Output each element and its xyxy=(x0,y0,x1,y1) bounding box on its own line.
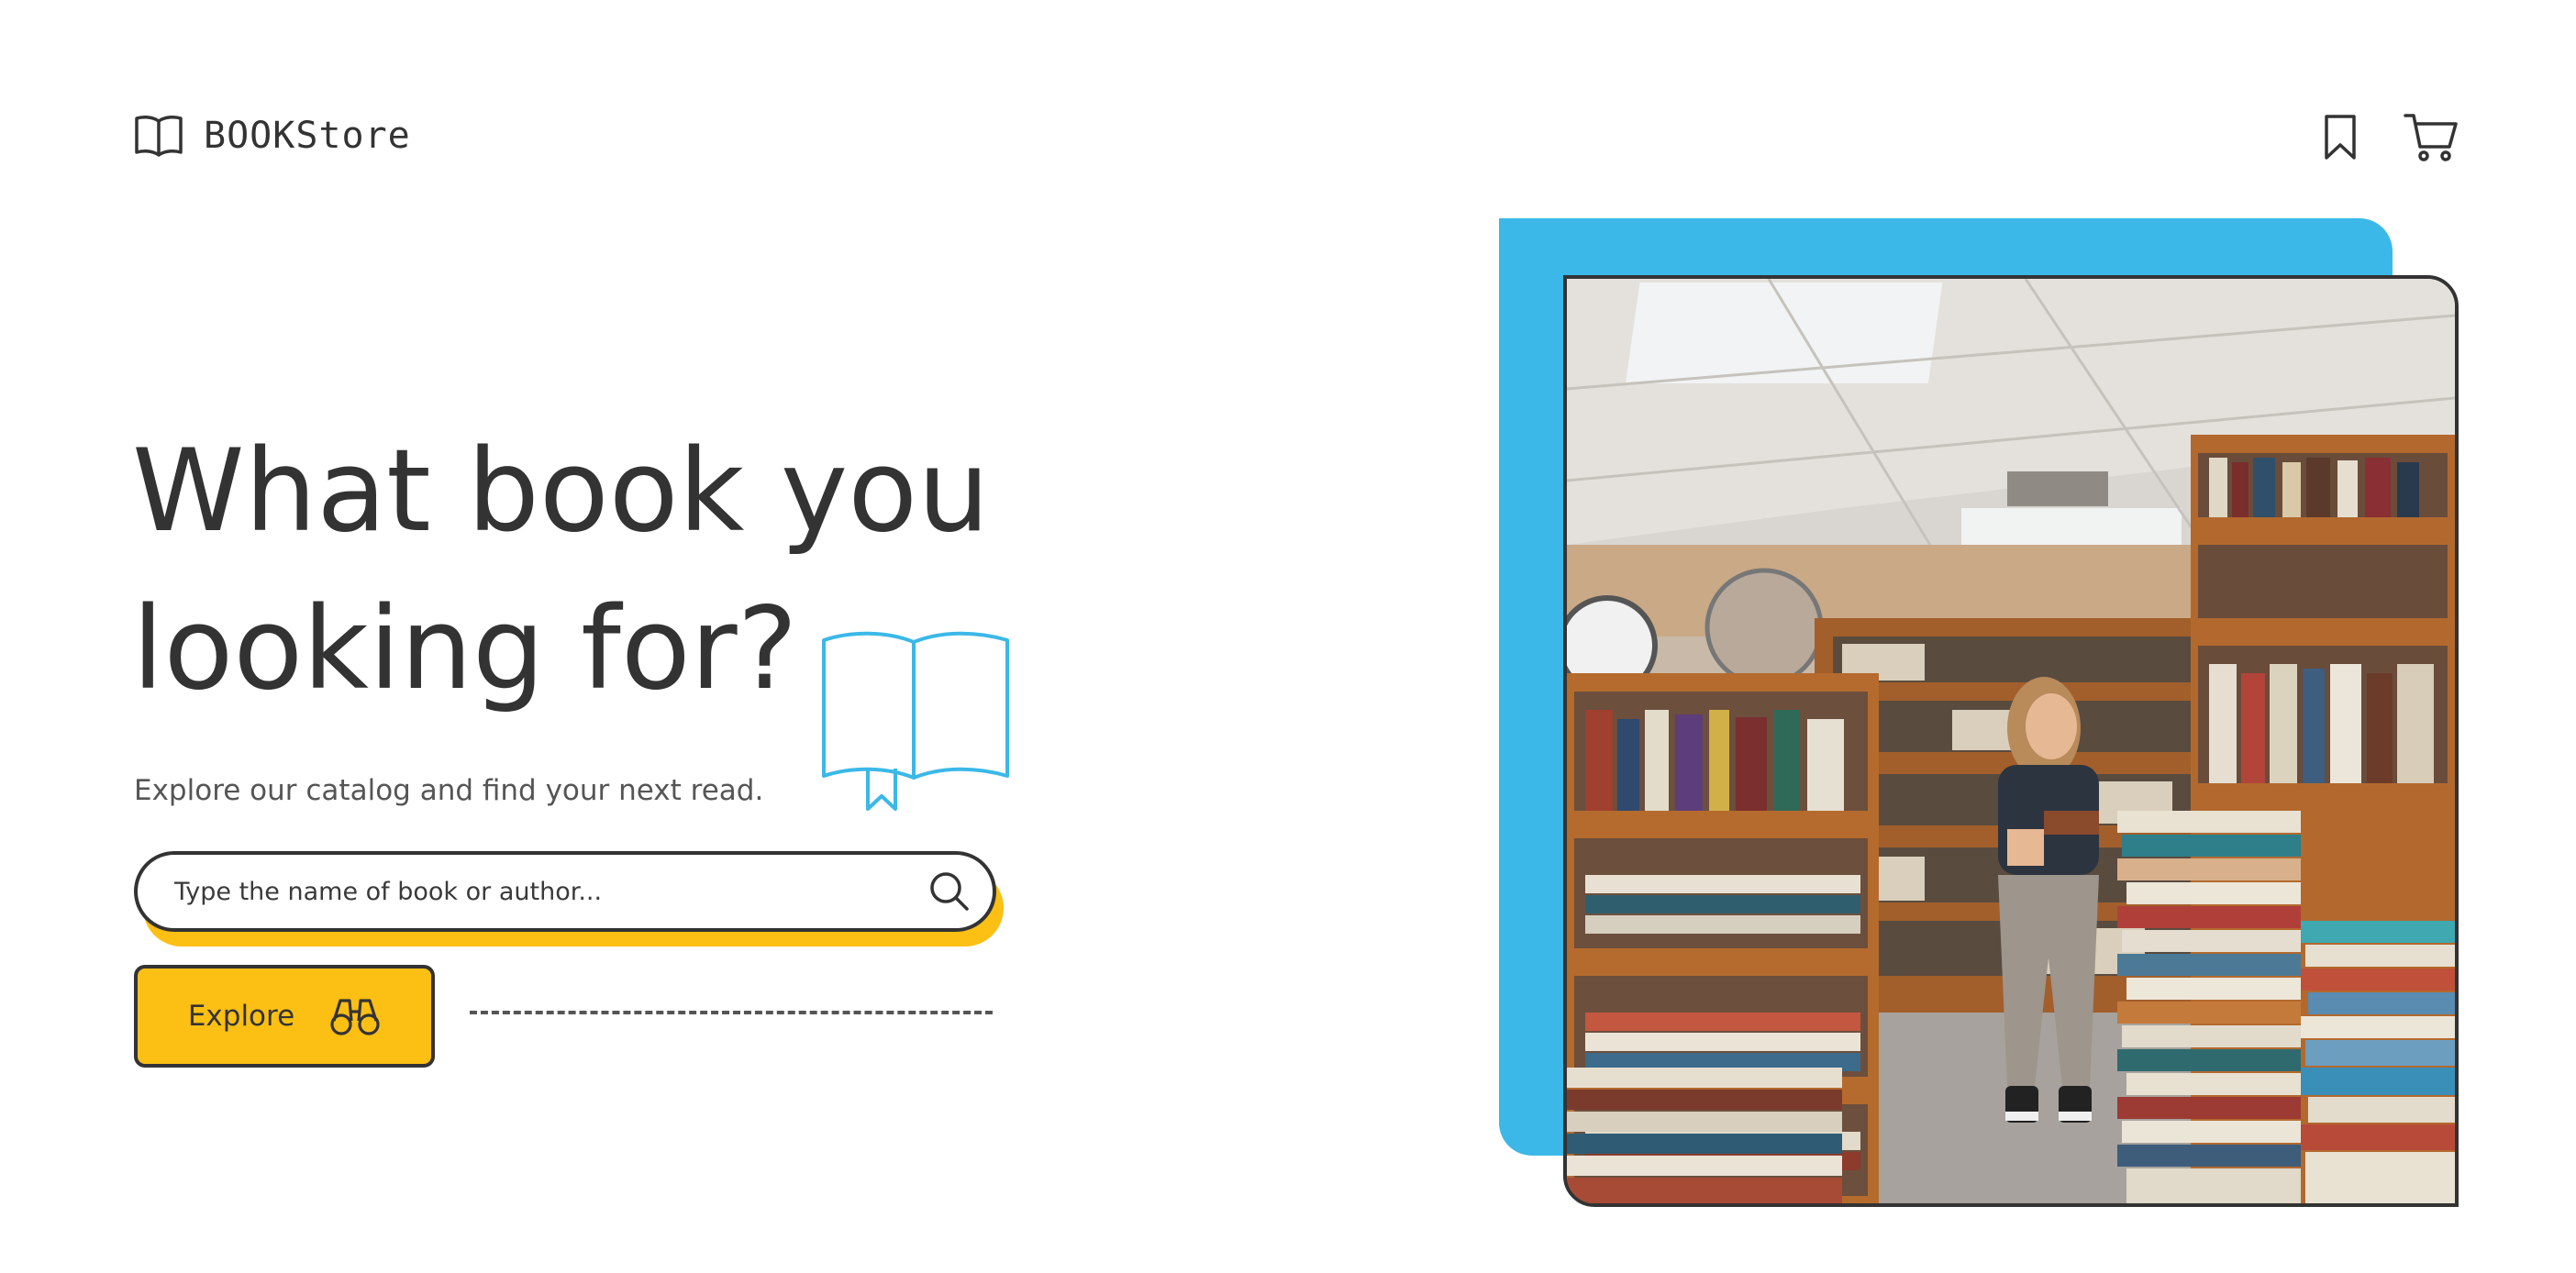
header-nav xyxy=(2323,112,2459,163)
open-book-icon xyxy=(134,114,183,158)
logo-text: BOOKStore xyxy=(204,115,411,157)
headline-line-1: What book you xyxy=(132,426,990,558)
hero-subtitle: Explore our catalog and find your next r… xyxy=(134,774,764,807)
search-input[interactable] xyxy=(138,855,928,928)
cart-icon[interactable] xyxy=(2404,112,2459,163)
binoculars-icon xyxy=(329,995,381,1037)
explore-button[interactable]: Explore xyxy=(134,965,435,1068)
decorative-book-icon xyxy=(820,629,1013,816)
explore-button-label: Explore xyxy=(187,1000,295,1033)
search-bar xyxy=(134,851,996,932)
bookmark-icon[interactable] xyxy=(2323,114,2358,161)
logo[interactable]: BOOKStore xyxy=(134,114,411,158)
dashed-divider xyxy=(470,1011,993,1014)
bookstore-photo xyxy=(1563,275,2459,1207)
search-icon[interactable] xyxy=(928,870,971,913)
